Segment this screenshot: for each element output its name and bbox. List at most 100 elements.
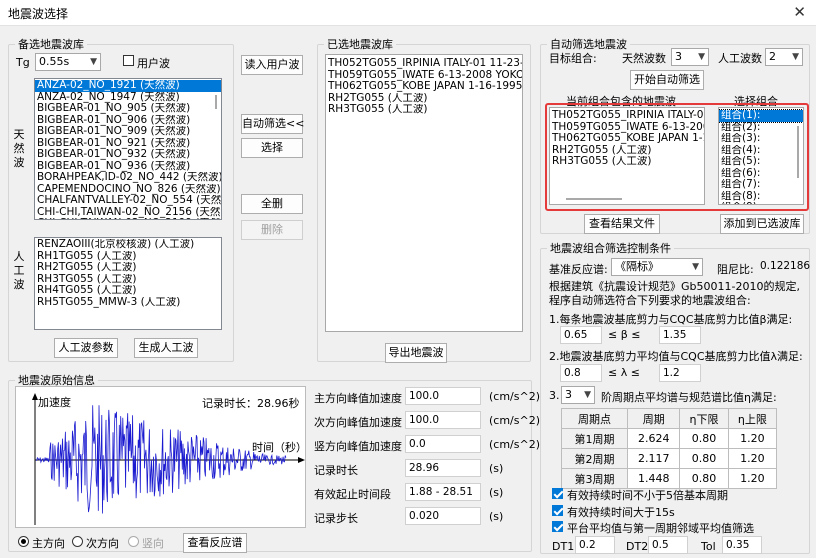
add-to-selected-button[interactable]: 添加到已选波库 xyxy=(720,214,804,234)
dt2-field[interactable]: 0.5 xyxy=(648,536,688,554)
view-spectrum-button[interactable]: 查看反应谱 xyxy=(183,533,247,553)
view-result-file-button[interactable]: 查看结果文件 xyxy=(584,214,660,234)
natural-wave-item[interactable]: BORAHPEAK,ID-02_NO_442 (天然波) xyxy=(35,172,221,184)
dt1-label: DT1 xyxy=(552,540,575,553)
selected-wave-item[interactable]: TH062TG055_KOBE JAPAN 1-16-1995 AMAGAS..… xyxy=(326,81,522,93)
table-cell[interactable]: 1.20 xyxy=(727,468,778,489)
main-direction-label: 主方向 xyxy=(32,537,65,550)
info-row-value[interactable]: 0.0 xyxy=(405,435,481,453)
natural-count-select[interactable]: 3 ▼ xyxy=(671,48,709,66)
natural-wave-item[interactable]: CAPEMENDOCINO_NO_826 (天然波) xyxy=(35,184,221,196)
export-wave-button[interactable]: 导出地震波 xyxy=(385,343,447,363)
natural-wave-item[interactable]: BIGBEAR-01_NO_936 (天然波) xyxy=(35,161,221,173)
damping-field[interactable]: 0.122186 xyxy=(757,258,810,276)
selected-wave-item[interactable]: TH052TG055_IRPINIA ITALY-01 11-23-1980 C… xyxy=(326,58,522,70)
beta-max-field[interactable]: 1.35 xyxy=(659,326,701,344)
tol-label: Tol xyxy=(701,540,716,553)
natural-wave-item[interactable]: CHI-CHI,TAIWAN-02_NO_2199 (天然波) xyxy=(35,218,221,219)
table-cell[interactable]: 2.624 xyxy=(627,428,681,449)
artificial-wave-item[interactable]: RH5TG055_MMW-3 (人工波) xyxy=(35,297,221,309)
duration-15s-checkbox[interactable] xyxy=(552,505,563,516)
info-row-value[interactable]: 100.0 xyxy=(405,411,481,429)
artificial-wave-item[interactable]: RH1TG055 (人工波) xyxy=(35,251,221,263)
dt1-field[interactable]: 0.2 xyxy=(575,536,615,554)
table-cell[interactable]: 0.80 xyxy=(679,428,729,449)
table-header: η下限 xyxy=(679,408,729,429)
artificial-params-button[interactable]: 人工波参数 xyxy=(54,338,118,358)
period-count-select[interactable]: 3 ▼ xyxy=(561,386,595,404)
close-icon[interactable]: ✕ xyxy=(793,3,806,21)
natural-wave-item[interactable]: ANZA-02_NO_1947 (天然波) xyxy=(35,92,221,104)
natural-wave-item[interactable]: BIGBEAR-01_NO_906 (天然波) xyxy=(35,115,221,127)
info-row-value[interactable]: 0.020 xyxy=(405,507,481,525)
natural-wave-item[interactable]: CHALFANTVALLEY-02_NO_554 (天然波) xyxy=(35,195,221,207)
table-cell: 第2周期 xyxy=(560,448,629,469)
table-cell[interactable]: 1.20 xyxy=(727,448,778,469)
lambda-range-symbol: ≤ λ ≤ xyxy=(608,366,640,379)
artificial-wave-list[interactable]: RENZAOIII(北京校核波) (人工波) RH1TG055 (人工波) RH2T… xyxy=(34,237,222,330)
secondary-direction-radio[interactable] xyxy=(72,536,83,547)
selected-wave-item[interactable]: TH059TG055_IWATE 6-13-2008 YOKOTE MASU..… xyxy=(326,70,522,82)
selected-wave-item[interactable]: RH2TG055 (人工波) xyxy=(326,93,522,105)
info-row-label: 主方向峰值加速度 xyxy=(314,392,402,405)
natural-wave-item[interactable]: BIGBEAR-01_NO_905 (天然波) xyxy=(35,103,221,115)
info-row-value[interactable]: 28.96 xyxy=(405,459,481,477)
vertical-direction-label: 竖向 xyxy=(142,537,164,550)
platform-filter-checkbox[interactable] xyxy=(552,521,563,532)
x-axis-arrow-icon xyxy=(298,457,305,463)
selected-library-legend: 已选地震波库 xyxy=(327,38,393,51)
delete-all-button[interactable]: 全删 xyxy=(241,194,303,214)
natural-wave-list[interactable]: ANZA-02_NO_1921 (天然波) ANZA-02_NO_1947 (天然… xyxy=(34,78,222,220)
table-cell: 第1周期 xyxy=(560,428,629,449)
info-row-label: 有效起止时间段 xyxy=(314,488,391,501)
natural-wave-item[interactable]: BIGBEAR-01_NO_909 (天然波) xyxy=(35,126,221,138)
artificial-wave-item[interactable]: RENZAOIII(北京校核波) (人工波) xyxy=(35,239,221,251)
artificial-wave-item[interactable]: RH2TG055 (人工波) xyxy=(35,262,221,274)
table-cell[interactable]: 2.117 xyxy=(627,448,681,469)
table-row: 第3周期 1.448 0.80 1.20 xyxy=(560,468,778,489)
tg-select[interactable]: 0.55s ▼ xyxy=(35,53,101,71)
spectrum-select[interactable]: 《隔标》 ▼ xyxy=(611,258,703,276)
main-direction-radio[interactable] xyxy=(18,536,29,547)
natural-char: 然 xyxy=(13,142,25,155)
info-row-unit: (cm/s^2) xyxy=(489,390,540,403)
artificial-count-value: 2 xyxy=(769,50,776,63)
generate-artificial-button[interactable]: 生成人工波 xyxy=(134,338,198,358)
info-row-label: 竖方向峰值加速度 xyxy=(314,440,402,453)
condition-1-label: 1.每条地震波基底剪力与CQC基底剪力比值β满足: xyxy=(549,313,793,326)
artificial-count-select[interactable]: 2 ▼ xyxy=(765,48,803,66)
auto-filter-button[interactable]: 自动筛选<< xyxy=(241,114,304,134)
artificial-count-label: 人工波数 xyxy=(718,52,762,65)
tol-field[interactable]: 0.35 xyxy=(722,536,762,554)
beta-min-field[interactable]: 0.65 xyxy=(560,326,602,344)
select-button[interactable]: 选择 xyxy=(241,138,303,158)
tg-label: Tg xyxy=(16,56,30,69)
selected-wave-list[interactable]: TH052TG055_IRPINIA ITALY-01 11-23-1980 C… xyxy=(325,54,523,332)
artificial-wave-item[interactable]: RH3TG055 (人工波) xyxy=(35,274,221,286)
table-cell[interactable]: 1.20 xyxy=(727,428,778,449)
table-cell[interactable]: 0.80 xyxy=(679,448,729,469)
selected-wave-item[interactable]: RH3TG055 (人工波) xyxy=(326,104,522,116)
duration-5x-checkbox[interactable] xyxy=(552,488,563,499)
vertical-direction-radio[interactable] xyxy=(128,536,139,547)
natural-wave-item[interactable]: ANZA-02_NO_1921 (天然波) xyxy=(35,80,221,92)
start-auto-filter-button[interactable]: 开始自动筛选 xyxy=(630,70,704,90)
info-row-value[interactable]: 1.88 - 28.51 xyxy=(405,483,481,501)
lambda-max-field[interactable]: 1.2 xyxy=(659,364,701,382)
chevron-down-icon: ▼ xyxy=(792,52,799,62)
natural-wave-item[interactable]: CHI-CHI,TAIWAN-02_NO_2156 (天然波) xyxy=(35,207,221,219)
lambda-min-field[interactable]: 0.8 xyxy=(560,364,602,382)
read-user-wave-button[interactable]: 读入用户波 xyxy=(241,55,303,75)
natural-wave-item[interactable]: BIGBEAR-01_NO_921 (天然波) xyxy=(35,138,221,150)
info-row-label: 记录步长 xyxy=(314,512,358,525)
chevron-down-icon: ▼ xyxy=(90,57,97,67)
table-cell[interactable]: 1.448 xyxy=(627,468,681,489)
user-wave-checkbox[interactable] xyxy=(123,55,134,66)
natural-list-scrollbar[interactable] xyxy=(212,81,220,219)
natural-wave-item[interactable]: BIGBEAR-01_NO_932 (天然波) xyxy=(35,149,221,161)
info-row-label: 次方向峰值加速度 xyxy=(314,416,402,429)
info-row-value[interactable]: 100.0 xyxy=(405,387,481,405)
table-cell[interactable]: 0.80 xyxy=(679,468,729,489)
delete-button[interactable]: 删除 xyxy=(241,220,303,240)
artificial-wave-item[interactable]: RH4TG055 (人工波) xyxy=(35,285,221,297)
